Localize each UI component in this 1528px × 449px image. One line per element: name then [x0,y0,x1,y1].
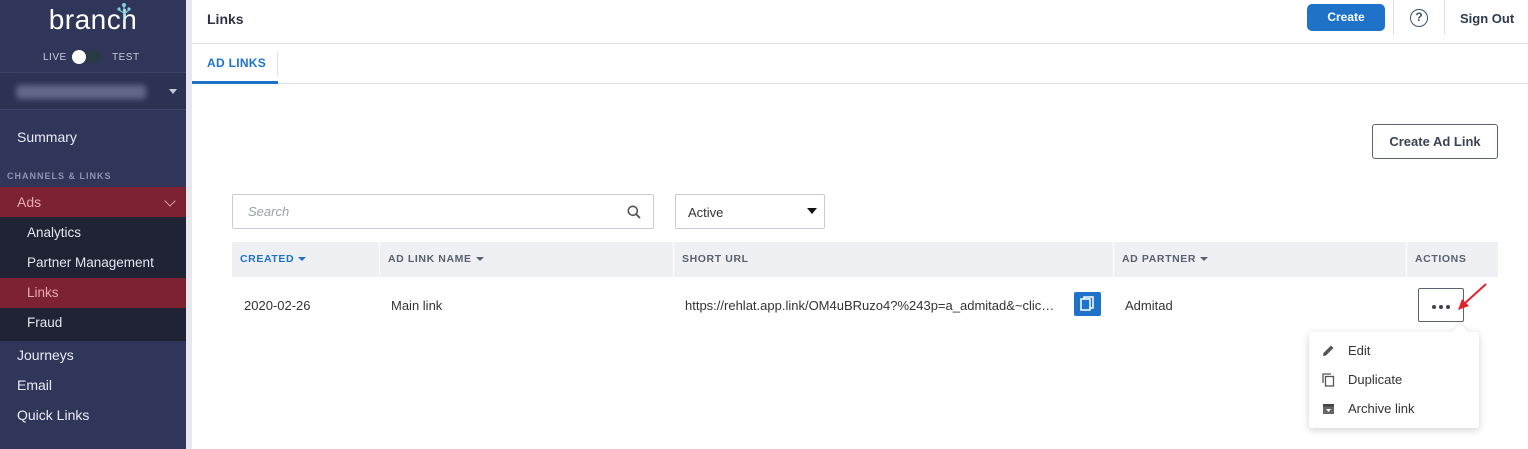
cell-ad-partner: Admitad [1125,298,1173,313]
cell-short-url[interactable]: https://rehlat.app.link/OM4uBRuzo4?%243p… [685,298,1065,313]
cell-ad-link-name[interactable]: Main link [391,298,442,313]
sidebar-item-partner-management[interactable]: Partner Management [0,248,186,278]
column-header-ad-link-name[interactable]: AD LINK NAME [379,242,673,277]
copy-icon [1080,296,1094,311]
live-test-toggle[interactable] [71,50,101,64]
table-header: CREATED AD LINK NAME SHORT URL AD PARTNE… [232,242,1498,277]
tab-ad-links[interactable]: AD LINKS [192,45,278,84]
toggle-knob [72,50,86,64]
tab-divider [277,53,278,75]
annotation-arrow-icon [1458,283,1487,310]
menu-item-edit[interactable]: Edit [1309,336,1479,365]
sidebar-item-quick-links[interactable]: Quick Links [0,400,186,430]
app-name-blurred [16,85,146,99]
create-ad-link-button[interactable]: Create Ad Link [1372,124,1498,159]
chevron-down-icon [169,89,177,94]
column-header-label: AD LINK NAME [388,253,472,265]
search-input[interactable] [234,196,614,227]
column-header-created[interactable]: CREATED [232,242,379,277]
tabs: AD LINKS [192,45,1528,84]
sidebar-item-links[interactable]: Links [0,278,186,308]
branch-logo[interactable]: branch [0,0,186,40]
column-header-ad-partner[interactable]: AD PARTNER [1113,242,1407,277]
actions-menu: Edit Duplicate Archive link [1309,323,1479,428]
header-divider [1444,0,1445,34]
column-header-label: AD PARTNER [1122,253,1197,265]
sidebar-section-channels: CHANNELS & LINKS [7,171,112,181]
sort-icon [298,257,307,262]
duplicate-icon [1322,373,1335,387]
menu-item-archive-link[interactable]: Archive link [1309,394,1479,423]
chevron-down-icon [164,195,176,207]
chevron-down-icon [807,208,817,214]
sidebar-item-label: Ads [17,194,42,210]
help-icon[interactable]: ? [1410,9,1428,27]
sort-icon [475,257,484,262]
column-header-actions: ACTIONS [1406,242,1498,277]
env-toggle: LIVE TEST [0,48,186,66]
sidebar-item-analytics[interactable]: Analytics [0,218,186,248]
archive-icon [1323,404,1334,414]
table-row[interactable]: 2020-02-26 Main link https://rehlat.app.… [232,278,1498,332]
menu-item-label: Edit [1348,343,1371,358]
sidebar-item-ads[interactable]: Ads [0,187,186,217]
header-divider [1393,0,1394,34]
column-header-label: SHORT URL [682,253,749,265]
copy-url-button[interactable] [1074,292,1101,316]
sidebar-item-summary[interactable]: Summary [0,122,186,152]
sidebar-item-fraud[interactable]: Fraud [0,308,186,338]
sidebar: branch LIVE TEST Summary CHANNELS & LINK… [0,0,186,449]
status-select-value: Active [688,205,724,220]
app-selector[interactable] [0,72,186,110]
menu-item-duplicate[interactable]: Duplicate [1309,365,1479,394]
sort-icon [1200,257,1209,262]
column-header-short-url: SHORT URL [673,242,1113,277]
ads-subnav: Analytics Partner Management Links Fraud [0,217,186,341]
tree-logo-icon [117,3,131,20]
search-icon[interactable] [627,205,641,219]
page-title: Links [207,11,244,27]
status-select[interactable]: Active [675,194,825,229]
search-box [232,194,654,229]
column-header-label: CREATED [240,253,295,265]
sign-out-link[interactable]: Sign Out [1460,11,1514,26]
env-live-label: LIVE [43,52,67,63]
menu-item-label: Archive link [1348,401,1415,416]
cell-created: 2020-02-26 [244,298,311,313]
env-test-label: TEST [112,52,140,63]
header: Links Create ? Sign Out [192,0,1528,44]
pencil-icon [1323,345,1334,356]
column-header-label: ACTIONS [1415,253,1467,265]
sidebar-item-journeys[interactable]: Journeys [0,340,186,370]
sidebar-item-email[interactable]: Email [0,370,186,400]
create-button[interactable]: Create [1307,4,1385,31]
menu-item-label: Duplicate [1348,372,1403,387]
